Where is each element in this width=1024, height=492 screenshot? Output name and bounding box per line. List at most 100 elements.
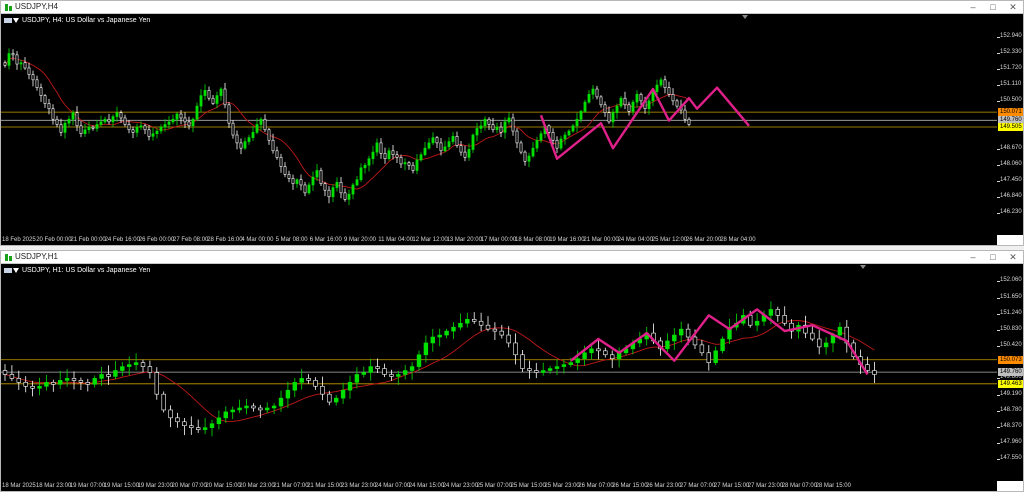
candle[interactable] [313, 377, 318, 390]
candle[interactable] [415, 154, 419, 175]
candle[interactable] [403, 158, 407, 171]
candle[interactable] [627, 101, 631, 116]
candle[interactable] [343, 188, 347, 202]
candle[interactable] [219, 87, 223, 101]
candle[interactable] [567, 129, 571, 137]
candle[interactable] [419, 152, 423, 162]
candle[interactable] [639, 92, 643, 105]
candle[interactable] [123, 114, 127, 127]
candle[interactable] [451, 132, 455, 145]
candle[interactable] [87, 121, 91, 134]
candle[interactable] [782, 306, 787, 326]
candle[interactable] [327, 186, 331, 204]
candle[interactable] [523, 150, 527, 166]
candle[interactable] [92, 375, 97, 388]
candle[interactable] [754, 313, 760, 332]
candle[interactable] [437, 328, 442, 347]
candle[interactable] [511, 113, 515, 136]
candle[interactable] [231, 120, 235, 139]
candle[interactable] [319, 167, 323, 187]
candle[interactable] [375, 138, 379, 156]
candle[interactable] [554, 359, 560, 376]
candle[interactable] [559, 135, 563, 151]
candle[interactable] [131, 126, 135, 139]
candle[interactable] [387, 147, 391, 161]
candle[interactable] [168, 405, 173, 428]
time-scale[interactable]: 18 Mar 2025 18 Mar 23:00 19 Mar 07:00 19 Ma… [1, 481, 997, 491]
candle[interactable] [187, 116, 191, 130]
candle[interactable] [455, 131, 459, 148]
candle[interactable] [251, 403, 256, 412]
candle[interactable] [487, 117, 491, 130]
candle[interactable] [196, 419, 201, 433]
candle[interactable] [379, 138, 383, 159]
candle[interactable] [499, 121, 503, 138]
candle[interactable] [595, 85, 599, 100]
candle[interactable] [603, 347, 608, 358]
candle[interactable] [520, 350, 525, 373]
candle[interactable] [465, 312, 470, 328]
candle[interactable] [340, 382, 346, 404]
candle[interactable] [183, 112, 187, 128]
candle[interactable] [351, 182, 355, 200]
candle[interactable] [202, 418, 208, 435]
zigzag-indicator[interactable] [570, 308, 869, 376]
candle[interactable] [15, 51, 19, 70]
candle[interactable] [631, 99, 635, 116]
candle[interactable] [495, 122, 499, 134]
candle[interactable] [619, 95, 623, 109]
candle[interactable] [279, 153, 283, 173]
candle[interactable] [151, 127, 155, 141]
candle[interactable] [407, 161, 411, 170]
candle[interactable] [37, 377, 42, 396]
candle[interactable] [58, 370, 63, 390]
chart-canvas[interactable]: USDJPY, H1: US Dollar vs Japanese Yen [1, 264, 997, 481]
candle[interactable] [31, 70, 35, 87]
candle[interactable] [23, 57, 27, 70]
candle[interactable] [403, 365, 408, 380]
candle[interactable] [687, 117, 691, 127]
candle[interactable] [367, 155, 371, 172]
candle[interactable] [354, 367, 360, 389]
candle[interactable] [672, 328, 677, 351]
candle[interactable] [796, 322, 801, 339]
candle[interactable] [287, 170, 291, 183]
candle[interactable] [444, 328, 449, 339]
candle[interactable] [23, 376, 28, 393]
candle[interactable] [199, 89, 203, 113]
candle[interactable] [844, 319, 849, 353]
price-chart-svg[interactable] [1, 264, 997, 481]
candle[interactable] [323, 181, 327, 197]
candle[interactable] [587, 90, 591, 104]
candle[interactable] [775, 306, 780, 322]
candle[interactable] [265, 402, 270, 414]
candle[interactable] [203, 84, 207, 101]
candle[interactable] [79, 120, 83, 138]
candle[interactable] [55, 115, 59, 128]
candle[interactable] [215, 91, 219, 109]
candle[interactable] [409, 362, 415, 380]
candle[interactable] [244, 399, 249, 415]
candle[interactable] [227, 101, 231, 129]
candle[interactable] [399, 154, 403, 168]
candle[interactable] [382, 363, 387, 378]
title-bar-h4[interactable]: USDJPY,H4 – □ ✕ [1, 1, 1023, 14]
candle[interactable] [95, 119, 99, 132]
candle[interactable] [395, 150, 399, 163]
candle[interactable] [59, 118, 63, 137]
maximize-button[interactable]: □ [983, 1, 1003, 13]
candle[interactable] [483, 116, 487, 131]
candle[interactable] [423, 335, 429, 363]
candle[interactable] [623, 91, 627, 110]
close-button[interactable]: ✕ [1003, 1, 1023, 13]
close-button[interactable]: ✕ [1003, 251, 1023, 263]
candle[interactable] [591, 85, 595, 100]
candle[interactable] [416, 350, 422, 371]
candle[interactable] [107, 113, 111, 125]
candle[interactable] [615, 103, 619, 119]
candle[interactable] [235, 130, 239, 150]
candle[interactable] [216, 410, 222, 430]
candle[interactable] [16, 370, 21, 390]
chart-shift-marker-icon[interactable] [742, 15, 748, 19]
candle[interactable] [383, 147, 387, 164]
